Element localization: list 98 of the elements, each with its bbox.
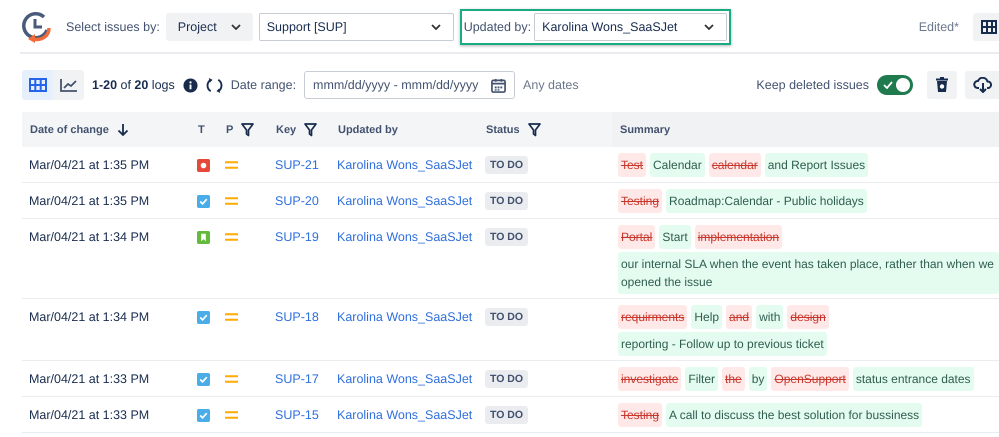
column-header[interactable]: Status (478, 112, 612, 147)
medium-priority-icon (225, 161, 238, 169)
table-view-button[interactable] (22, 70, 53, 100)
trash-icon (935, 77, 949, 93)
updated-by-label: Updated by: (464, 20, 532, 34)
issue-key-link[interactable]: SUP-15 (275, 408, 319, 422)
date-cell-text: Mar/04/21 at 1:33 PM (28, 407, 150, 424)
medium-priority-icon (225, 375, 238, 383)
status-badge: TO DO (485, 192, 528, 210)
medium-priority-icon (225, 411, 238, 419)
export-button[interactable] (965, 71, 999, 99)
user-link[interactable]: Karolina Wons_SaaSJet (337, 310, 472, 324)
user-link[interactable]: Karolina Wons_SaaSJet (337, 194, 472, 208)
columns-button[interactable] (973, 13, 999, 41)
removed-text: Test (618, 153, 646, 177)
filter-icon (528, 122, 541, 136)
issue-key-link[interactable]: SUP-19 (275, 230, 319, 244)
column-header[interactable]: P (218, 112, 268, 147)
selection-mode-dropdown[interactable]: Project (166, 13, 253, 41)
edited-label: Edited* (918, 20, 959, 34)
status-badge: TO DO (485, 308, 528, 326)
date-range-label: Date range: (230, 78, 296, 92)
removed-text: implementation (694, 225, 782, 249)
removed-text: OpenSupport (771, 367, 849, 391)
added-text: Calendar (650, 153, 705, 177)
chevron-down-icon (704, 24, 714, 30)
log-count: 1-20 of 20 logs (92, 78, 175, 92)
select-issues-label: Select issues by: (66, 20, 160, 34)
added-text: with (756, 305, 784, 329)
chevron-down-icon (430, 24, 441, 30)
added-text: by (748, 367, 768, 391)
sort-descending-icon (116, 122, 129, 136)
added-text: reporting - Follow up to previous ticket (618, 332, 827, 356)
date-cell-text: Mar/04/21 at 1:34 PM (28, 229, 150, 246)
status-badge: TO DO (485, 370, 528, 388)
removed-text: the (722, 367, 745, 391)
status-badge: TO DO (485, 406, 528, 424)
added-text: Help (691, 305, 722, 329)
column-header[interactable]: Updated by (330, 112, 478, 147)
updated-by-dropdown[interactable]: Karolina Wons_SaaSJet (534, 13, 728, 41)
line-chart-icon (60, 78, 78, 92)
removed-text: investigate (618, 367, 682, 391)
checkbox-type-icon (197, 310, 210, 324)
date-cell-text: Mar/04/21 at 1:35 PM (28, 193, 150, 210)
medium-priority-icon (225, 313, 238, 321)
issue-key-link[interactable]: SUP-21 (275, 158, 319, 172)
filter-icon (304, 122, 318, 136)
checkmark-icon (883, 81, 893, 89)
date-cell-text: Mar/04/21 at 1:33 PM (28, 371, 150, 388)
checkbox-type-icon (197, 408, 210, 422)
refresh-icon[interactable] (206, 76, 223, 94)
filter-icon (241, 122, 254, 136)
checkbox-type-icon (197, 194, 210, 208)
column-header[interactable]: Date of change (22, 112, 190, 147)
date-range-value: Any dates (523, 78, 579, 92)
selected-item-dropdown[interactable]: Support [SUP] (258, 13, 454, 41)
removed-text: design (787, 305, 829, 329)
removed-text: Testing (618, 403, 662, 427)
removed-text: calendar (708, 153, 761, 177)
keep-deleted-toggle[interactable] (877, 75, 913, 95)
bookmark-type-icon (197, 230, 210, 244)
added-text: A call to discuss the best solution for bussiness (666, 403, 922, 427)
grid-icon (28, 78, 46, 92)
cloud-download-icon (973, 77, 993, 93)
issue-key-link[interactable]: SUP-17 (275, 372, 319, 386)
removed-text: Portal (618, 225, 656, 249)
delete-button[interactable] (927, 71, 957, 99)
issue-key-link[interactable]: SUP-20 (275, 194, 319, 208)
info-icon (182, 78, 198, 92)
added-text: and Report Issues (764, 153, 868, 177)
user-link[interactable]: Karolina Wons_SaaSJet (337, 158, 472, 172)
status-badge: TO DO (485, 156, 528, 174)
added-text: status entrance dates (852, 367, 974, 391)
issue-key-link[interactable]: SUP-18 (275, 310, 319, 324)
medium-priority-icon (225, 233, 238, 241)
removed-text: Testing (618, 189, 662, 213)
date-cell-text: Mar/04/21 at 1:35 PM (28, 157, 150, 174)
checkbox-type-icon (197, 372, 210, 386)
grid-icon (981, 20, 997, 34)
removed-text: requirments (618, 305, 688, 329)
user-link[interactable]: Karolina Wons_SaaSJet (337, 230, 472, 244)
medium-priority-icon (225, 197, 238, 205)
date-range-field[interactable]: mmm/dd/yyyy - mmm/dd/yyyy (304, 71, 516, 99)
column-header[interactable]: Key (268, 112, 330, 147)
added-text: Start (659, 225, 691, 249)
added-text: our internal SLA when the event has taken place, rather than when we opened the issue (618, 252, 999, 294)
date-cell-text: Mar/04/21 at 1:34 PM (28, 309, 150, 326)
status-badge: TO DO (485, 228, 528, 246)
added-text: Filter (685, 367, 718, 391)
user-link[interactable]: Karolina Wons_SaaSJet (337, 372, 472, 386)
added-text: Roadmap:Calendar - Public holidays (666, 189, 867, 213)
calendar-icon (491, 78, 506, 92)
keep-deleted-label: Keep deleted issues (756, 78, 869, 92)
column-header[interactable]: T (190, 112, 218, 147)
removed-text: and (726, 305, 752, 329)
chevron-down-icon (230, 24, 241, 30)
user-link[interactable]: Karolina Wons_SaaSJet (337, 408, 472, 422)
bug-type-icon (197, 158, 210, 172)
